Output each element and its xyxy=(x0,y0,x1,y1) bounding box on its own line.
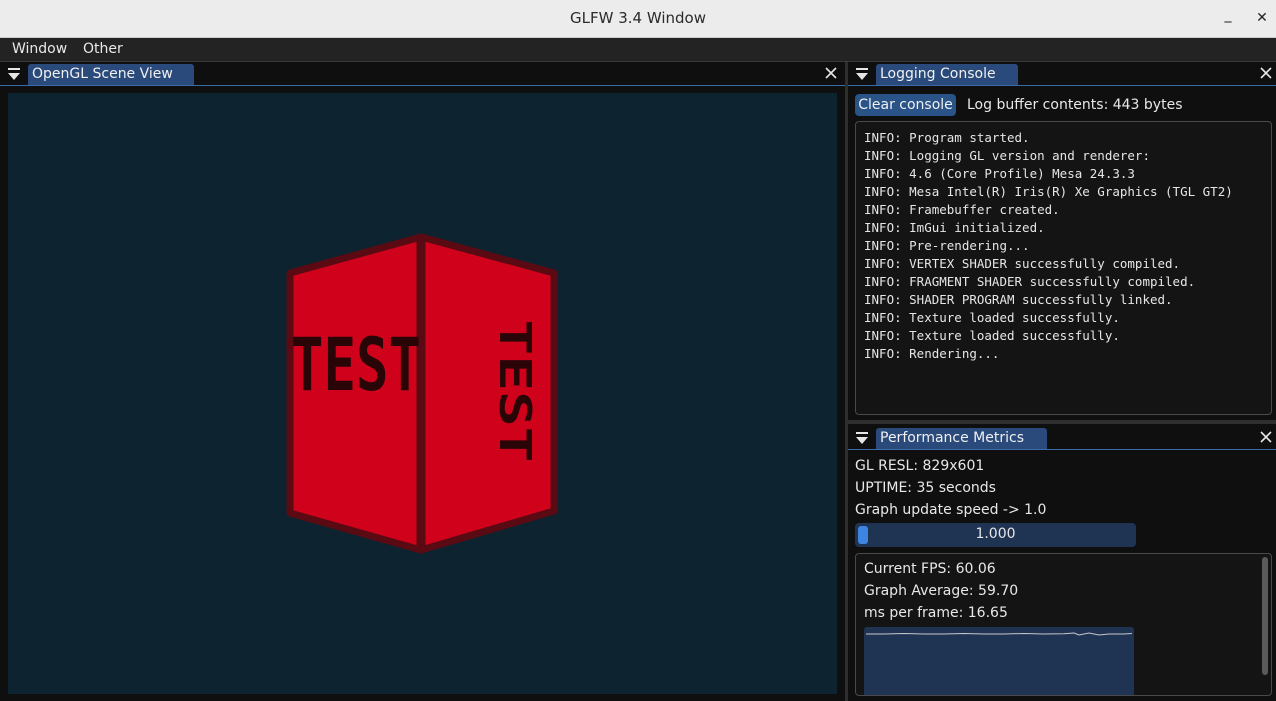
log-line: INFO: Rendering... xyxy=(864,346,1000,361)
graph-speed-slider[interactable]: 1.000 xyxy=(855,523,1136,547)
dock-splitter-horizontal[interactable] xyxy=(848,420,1276,424)
log-line: INFO: Texture loaded successfully. xyxy=(864,310,1120,325)
collapse-triangle-icon[interactable] xyxy=(855,431,869,445)
cube-render: TEST TEST xyxy=(286,233,558,554)
uptime: UPTIME: 35 seconds xyxy=(855,480,996,496)
log-buffer-size: Log buffer contents: 443 bytes xyxy=(967,97,1183,113)
opengl-scene-view[interactable]: TEST TEST xyxy=(8,93,837,694)
log-line: INFO: 4.6 (Core Profile) Mesa 24.3.3 xyxy=(864,166,1135,181)
fps-graph xyxy=(864,627,1134,695)
dock-splitter[interactable] xyxy=(845,62,848,701)
log-line: INFO: ImGui initialized. xyxy=(864,220,1045,235)
collapse-triangle-icon[interactable] xyxy=(7,67,21,81)
slider-value: 1.000 xyxy=(975,526,1016,542)
log-line: INFO: Texture loaded successfully. xyxy=(864,328,1120,343)
ms-per-frame: ms per frame: 16.65 xyxy=(864,605,1008,621)
log-line: INFO: Program started. xyxy=(864,130,1030,145)
collapse-triangle-icon[interactable] xyxy=(855,67,869,81)
title-bar: GLFW 3.4 Window _ ✕ xyxy=(0,0,1276,38)
tab-logging-console[interactable]: Logging Console xyxy=(876,64,1018,85)
metrics-child-window[interactable]: Current FPS: 60.06 Graph Average: 59.70 … xyxy=(855,553,1272,696)
close-icon[interactable] xyxy=(1259,66,1273,80)
fps-graph-line xyxy=(866,632,1133,636)
clear-console-button[interactable]: Clear console xyxy=(855,94,956,116)
tab-opengl-scene-view[interactable]: OpenGL Scene View xyxy=(28,64,194,85)
log-line: INFO: VERTEX SHADER successfully compile… xyxy=(864,256,1181,271)
log-line: INFO: Mesa Intel(R) Iris(R) Xe Graphics … xyxy=(864,184,1233,199)
scrollbar[interactable] xyxy=(1262,557,1268,675)
log-output[interactable]: INFO: Program started. INFO: Logging GL … xyxy=(855,121,1272,415)
metrics-panel-header: Performance Metrics xyxy=(848,426,1276,450)
log-line: INFO: Framebuffer created. xyxy=(864,202,1060,217)
window-title: GLFW 3.4 Window xyxy=(570,9,706,27)
log-line: INFO: SHADER PROGRAM successfully linked… xyxy=(864,292,1173,307)
menu-window[interactable]: Window xyxy=(12,41,67,57)
log-line: INFO: Logging GL version and renderer: xyxy=(864,148,1150,163)
menu-other[interactable]: Other xyxy=(83,41,123,57)
log-line: INFO: FRAGMENT SHADER successfully compi… xyxy=(864,274,1196,289)
log-line: INFO: Pre-rendering... xyxy=(864,238,1030,253)
menu-bar: Window Other xyxy=(0,38,1276,62)
console-panel-header: Logging Console xyxy=(848,62,1276,86)
close-icon[interactable] xyxy=(824,66,838,80)
tab-performance-metrics[interactable]: Performance Metrics xyxy=(876,428,1047,449)
graph-speed-label: Graph update speed -> 1.0 xyxy=(855,502,1047,518)
current-fps: Current FPS: 60.06 xyxy=(864,561,996,577)
minimize-button[interactable]: _ xyxy=(1217,4,1239,26)
cube-right-text: TEST xyxy=(489,319,540,462)
cube-left-text: TEST xyxy=(291,323,421,408)
graph-average: Graph Average: 59.70 xyxy=(864,583,1019,599)
gl-resolution: GL RESL: 829x601 xyxy=(855,458,985,474)
close-icon[interactable] xyxy=(1259,430,1273,444)
close-window-button[interactable]: ✕ xyxy=(1251,7,1273,29)
scene-panel-header: OpenGL Scene View xyxy=(0,62,845,86)
